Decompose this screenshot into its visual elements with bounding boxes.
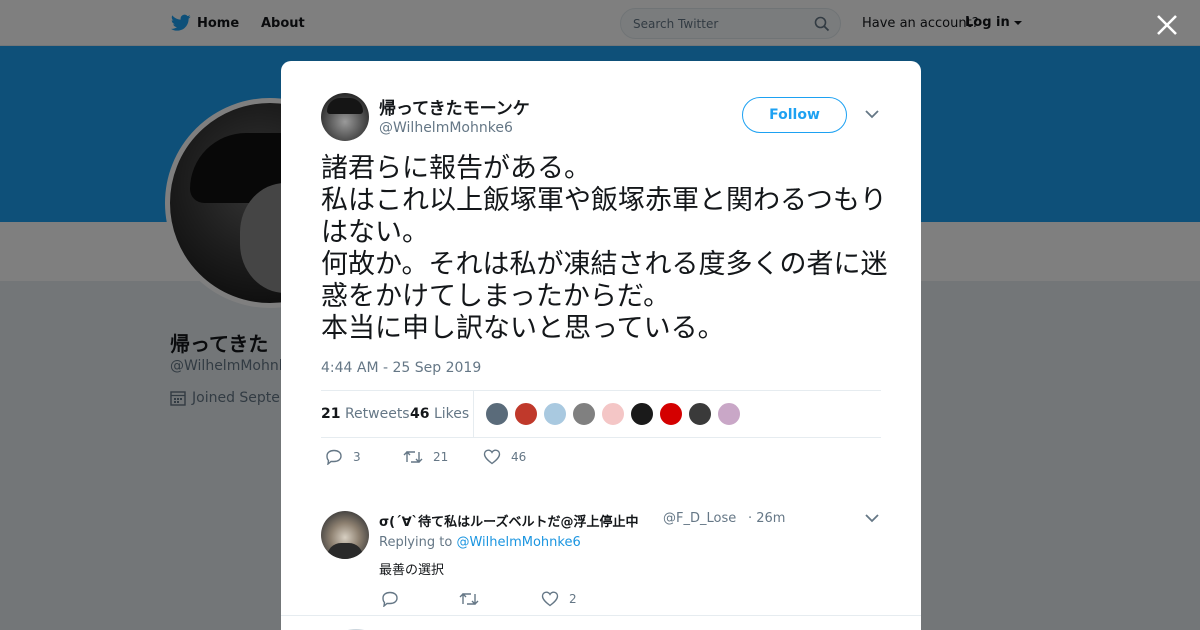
liker-avatar[interactable] (543, 402, 567, 426)
reply-author-handle[interactable]: @F_D_Lose (663, 511, 736, 526)
reply-tweet[interactable]: σ(´∀`待て私はルーズベルトだ@浮上停止中 @F_D_Lose · 26m R… (281, 499, 921, 616)
like-action[interactable]: 46 (483, 449, 526, 465)
liker-avatar[interactable] (514, 402, 538, 426)
heart-icon (541, 591, 559, 607)
likes-label: Likes (433, 406, 470, 422)
reply-text: 最善の選択 (379, 563, 445, 578)
reply-like-count: 2 (569, 592, 577, 606)
likes-count: 46 (410, 406, 430, 422)
liker-avatar[interactable] (630, 402, 654, 426)
liker-avatar[interactable] (485, 402, 509, 426)
liker-avatar[interactable] (688, 402, 712, 426)
reply-timestamp[interactable]: · 26m (748, 511, 785, 526)
replying-to-prefix: Replying to (379, 535, 453, 550)
reply-count: 3 (353, 450, 361, 464)
reply-icon (326, 449, 342, 465)
close-icon[interactable] (1154, 12, 1180, 38)
author-avatar[interactable] (321, 93, 369, 141)
likes-stat[interactable]: 46 Likes (410, 406, 469, 422)
liker-avatars (485, 402, 746, 426)
liker-avatar[interactable] (717, 402, 741, 426)
reply-separator (281, 489, 921, 499)
reply-action[interactable]: 3 (325, 449, 361, 465)
reply-avatar[interactable] (321, 511, 369, 559)
tweet-stats: 21 Retweets 46 Likes (321, 390, 881, 438)
replying-to: Replying to @WilhelmMohnke6 (379, 535, 581, 550)
reply-reply-action[interactable] (381, 591, 409, 607)
author-avatar-cap (327, 98, 363, 114)
follow-button[interactable]: Follow (742, 97, 847, 133)
reply-icon (382, 591, 398, 607)
reply-author-name[interactable]: σ(´∀`待て私はルーズベルトだ@浮上停止中 (379, 511, 638, 530)
tweet-modal: 帰ってきたモーンケ @WilhelmMohnke6 Follow 諸君らに報告が… (281, 61, 921, 630)
author-handle[interactable]: @WilhelmMohnke6 (379, 120, 513, 136)
chevron-down-icon[interactable] (865, 109, 879, 119)
reply-retweet-action[interactable] (459, 591, 489, 607)
tweet-text: 諸君らに報告がある。 私はこれ以上飯塚軍や飯塚赤軍と関わるつもりはない。 何故か… (321, 153, 888, 344)
reply-like-action[interactable]: 2 (541, 591, 577, 607)
stats-divider (473, 391, 474, 438)
next-reply-partial (281, 619, 921, 630)
author-name[interactable]: 帰ってきたモーンケ (379, 94, 530, 119)
retweet-action[interactable]: 21 (403, 449, 448, 465)
reply-avatar-suit (327, 543, 363, 559)
liker-avatar[interactable] (601, 402, 625, 426)
retweet-icon (459, 593, 479, 605)
tweet-timestamp[interactable]: 4:44 AM - 25 Sep 2019 (321, 360, 481, 376)
retweet-icon (403, 451, 423, 463)
retweets-count: 21 (321, 406, 341, 422)
retweets-label: Retweets (344, 406, 410, 422)
chevron-down-icon[interactable] (865, 513, 879, 523)
liker-avatar[interactable] (572, 402, 596, 426)
retweets-stat[interactable]: 21 Retweets (321, 406, 410, 422)
liker-avatar[interactable] (659, 402, 683, 426)
retweet-count: 21 (433, 450, 449, 464)
heart-icon (483, 449, 501, 465)
like-count: 46 (511, 450, 527, 464)
replying-to-link[interactable]: @WilhelmMohnke6 (456, 535, 580, 550)
